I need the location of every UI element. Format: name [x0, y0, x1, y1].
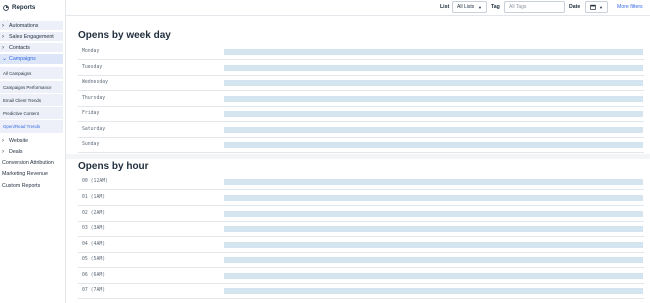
tag-filter-placeholder: All Tags [509, 4, 527, 10]
sidebar-item-contacts[interactable]: › Contacts [0, 43, 63, 52]
sidebar-item-label: Automations [9, 22, 39, 29]
sidebar-subitem-predictive-content[interactable]: Predictive Content [0, 107, 63, 119]
reports-icon [3, 4, 9, 11]
row-label: Wednesday [82, 80, 108, 85]
row-bar [224, 96, 643, 102]
sidebar: Reports « › Automations › Sales Engageme… [0, 0, 66, 303]
row-label: 03 (3AM) [82, 226, 106, 231]
row-label: Monday [82, 49, 100, 54]
main-content: Opens by week day Monday Tuesday Wednesd… [66, 17, 650, 303]
sidebar-item-label: Campaigns [9, 56, 36, 62]
list-filter-select[interactable]: All Lists ▼ [452, 1, 487, 13]
row-label: Thursday [82, 96, 106, 101]
section-divider [66, 154, 650, 159]
sidebar-item-conversion-attribution[interactable]: Conversion Attribution [0, 158, 63, 167]
sidebar-item-label: Deals [9, 148, 23, 155]
sidebar-item-marketing-revenue[interactable]: Marketing Revenue [0, 169, 63, 178]
table-row: 00 (12AM) [78, 175, 644, 190]
caret-down-icon: ▼ [599, 5, 603, 10]
sidebar-subitem-open-read-trends[interactable]: Open/Read Trends [0, 120, 63, 133]
date-filter-select[interactable]: ▼ [585, 1, 608, 13]
sidebar-item-label: Website [9, 137, 29, 144]
table-row: Wednesday [78, 76, 644, 91]
table-row: Friday [78, 107, 644, 122]
row-label: 07 (7AM) [82, 288, 106, 293]
row-bar [224, 65, 643, 71]
chevron-down-icon: ⌄ [2, 56, 8, 62]
sidebar-item-sales-engagement[interactable]: › Sales Engagement [0, 32, 63, 41]
caret-down-icon: ▼ [478, 5, 482, 10]
row-label: 00 (12AM) [82, 179, 108, 184]
table-row: 01 (1AM) [78, 191, 644, 206]
opens-by-hour-title: Opens by hour [78, 161, 149, 172]
sidebar-subitem-email-client-trends[interactable]: Email Client Trends [0, 94, 63, 106]
calendar-icon [590, 4, 596, 10]
sidebar-item-website[interactable]: › Website [0, 136, 63, 145]
chevron-right-icon: › [2, 22, 4, 29]
row-label: Saturday [82, 127, 106, 132]
row-label: 01 (1AM) [82, 195, 106, 200]
row-bar [224, 179, 643, 185]
row-bar [224, 195, 643, 201]
filter-toolbar: List All Lists ▼ Tag All Tags Date ▼ Mor… [66, 0, 650, 16]
sidebar-item-label: Contacts [9, 44, 30, 51]
more-filters-link[interactable]: More filters [617, 4, 643, 10]
table-row: 06 (6AM) [78, 269, 644, 284]
table-row: 02 (2AM) [78, 207, 644, 222]
chevron-right-icon: › [2, 137, 4, 144]
date-filter-label: Date [569, 4, 581, 10]
table-row: 04 (4AM) [78, 238, 644, 253]
table-row: Saturday [78, 123, 644, 138]
table-row: Thursday [78, 92, 644, 107]
row-bar [224, 49, 643, 55]
tag-filter-input[interactable]: All Tags [504, 1, 565, 13]
sidebar-item-label: Sales Engagement [9, 33, 54, 40]
chevron-right-icon: › [2, 44, 4, 51]
table-row: Tuesday [78, 61, 644, 76]
row-label: 05 (5AM) [82, 257, 106, 262]
row-label: 04 (4AM) [82, 242, 106, 247]
tag-filter-label: Tag [491, 4, 500, 10]
table-row: Sunday [78, 138, 644, 153]
table-row: 07 (7AM) [78, 284, 644, 299]
chevron-right-icon: › [2, 148, 4, 155]
list-filter-value: All Lists [457, 4, 475, 10]
row-label: Friday [82, 111, 100, 116]
row-label: Sunday [82, 142, 100, 147]
row-bar [224, 242, 643, 248]
table-row: 05 (5AM) [78, 253, 644, 268]
sidebar-item-deals[interactable]: › Deals [0, 147, 63, 156]
sidebar-subitem-campaigns-performance[interactable]: Campaigns Performance [0, 81, 63, 93]
sidebar-subitem-all-campaigns[interactable]: All Campaigns [0, 67, 63, 79]
sidebar-item-campaigns[interactable]: ⌄ Campaigns [0, 54, 63, 64]
row-label: Tuesday [82, 65, 103, 70]
row-bar [224, 80, 643, 86]
row-bar [224, 273, 643, 279]
sidebar-item-custom-reports[interactable]: Custom Reports [0, 181, 63, 190]
row-label: 02 (2AM) [82, 211, 106, 216]
sidebar-header: Reports [0, 0, 65, 15]
opens-by-week-day-title: Opens by week day [78, 30, 171, 41]
row-bar [224, 226, 643, 232]
sidebar-title: Reports [12, 4, 36, 11]
row-bar [224, 288, 643, 294]
list-filter-label: List [440, 4, 450, 10]
table-row: Monday [78, 45, 644, 60]
row-bar [224, 211, 643, 217]
row-bar [224, 111, 643, 117]
row-bar [224, 257, 643, 263]
table-row: 03 (3AM) [78, 222, 644, 237]
sidebar-item-automations[interactable]: › Automations [0, 21, 63, 30]
chevron-right-icon: › [2, 33, 4, 40]
row-label: 06 (6AM) [82, 273, 106, 278]
row-bar [224, 127, 643, 133]
row-bar [224, 142, 643, 148]
